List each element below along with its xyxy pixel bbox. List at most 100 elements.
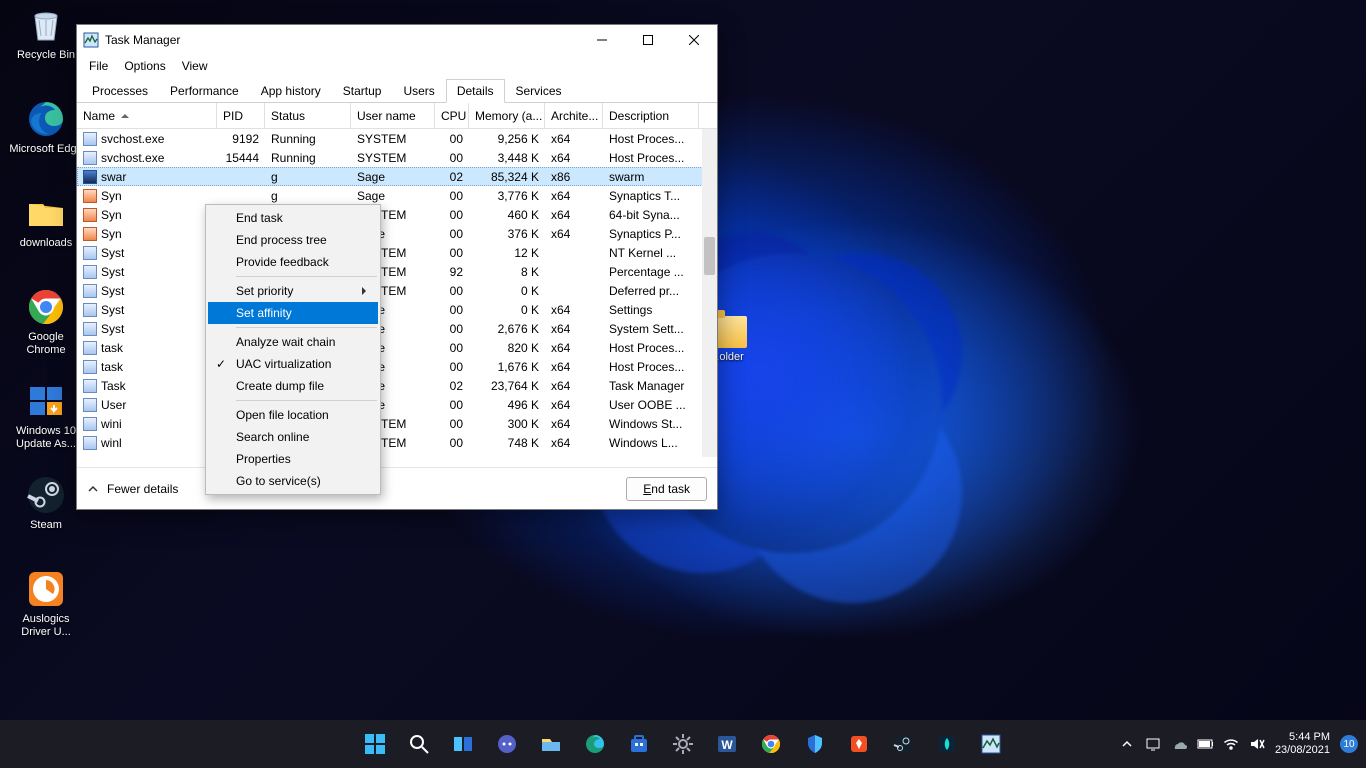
desktop-icon-recycle-bin[interactable]: Recycle Bin xyxy=(8,4,84,80)
column-header-pid[interactable]: PID xyxy=(217,103,265,128)
system-tray[interactable]: 5:44 PM 23/08/2021 10 xyxy=(1119,731,1358,757)
ctx-go-to-service-s-[interactable]: Go to service(s) xyxy=(208,470,378,492)
ctx-create-dump-file[interactable]: Create dump file xyxy=(208,375,378,397)
maximize-button[interactable] xyxy=(625,25,671,55)
svg-text:W: W xyxy=(721,738,733,752)
grid-header[interactable]: NamePIDStatusUser nameCPUMemory (a...Arc… xyxy=(77,103,717,129)
ctx-provide-feedback[interactable]: Provide feedback xyxy=(208,251,378,273)
ctx-set-priority[interactable]: Set priority xyxy=(208,280,378,302)
process-icon xyxy=(83,265,97,279)
ctx-properties[interactable]: Properties xyxy=(208,448,378,470)
menu-view[interactable]: View xyxy=(174,57,216,75)
table-row[interactable]: taskgSage00820 Kx64Host Proces... xyxy=(77,338,717,357)
table-row[interactable]: svchost.exe15444RunningSYSTEM003,448 Kx6… xyxy=(77,148,717,167)
taskbar-start[interactable] xyxy=(355,724,395,764)
tab-performance[interactable]: Performance xyxy=(159,79,250,103)
tray-chevron-up-icon[interactable] xyxy=(1119,736,1135,752)
tray-wifi-icon[interactable] xyxy=(1223,736,1239,752)
menu-options[interactable]: Options xyxy=(116,57,173,75)
table-row[interactable]: SyngSage003,776 Kx64Synaptics T... xyxy=(77,186,717,205)
desktop-icon-win10-update-assistant[interactable]: Windows 10 Update As... xyxy=(8,380,84,456)
taskbar-search[interactable] xyxy=(399,724,439,764)
clock-date: 23/08/2021 xyxy=(1275,744,1330,757)
column-header-description[interactable]: Description xyxy=(603,103,699,128)
table-row[interactable]: SyngSYSTEM00460 Kx6464-bit Syna... xyxy=(77,205,717,224)
tray-battery-icon[interactable] xyxy=(1197,736,1213,752)
table-row[interactable]: TaskgSage0223,764 Kx64Task Manager xyxy=(77,376,717,395)
desktop-icon-chrome[interactable]: Google Chrome xyxy=(8,286,84,362)
desktop-icon-edge[interactable]: Microsoft Edge xyxy=(8,98,84,174)
desktop-icon-auslogics-driver[interactable]: Auslogics Driver U... xyxy=(8,568,84,644)
process-icon xyxy=(83,227,97,241)
ctx-end-process-tree[interactable]: End process tree xyxy=(208,229,378,251)
column-header-status[interactable]: Status xyxy=(265,103,351,128)
tab-app-history[interactable]: App history xyxy=(250,79,332,103)
table-row[interactable]: SystgSYSTEM928 KPercentage ... xyxy=(77,262,717,281)
ctx-open-file-location[interactable]: Open file location xyxy=(208,404,378,426)
table-row[interactable]: SyngSage00376 Kx64Synaptics P... xyxy=(77,224,717,243)
table-row[interactable]: taskgSage001,676 Kx64Host Proces... xyxy=(77,357,717,376)
menu-file[interactable]: File xyxy=(81,57,116,75)
desktop-icon-downloads-folder[interactable]: downloads xyxy=(8,192,84,268)
desktop-icon-steam[interactable]: Steam xyxy=(8,474,84,550)
taskbar-brave[interactable] xyxy=(839,724,879,764)
menu-separator xyxy=(236,400,377,401)
notification-badge[interactable]: 10 xyxy=(1340,735,1358,753)
column-header-archite-[interactable]: Archite... xyxy=(545,103,603,128)
tray-onedrive-icon[interactable] xyxy=(1171,736,1187,752)
table-row[interactable]: SystgSYSTEM000 KDeferred pr... xyxy=(77,281,717,300)
vertical-scrollbar[interactable] xyxy=(702,129,717,457)
taskbar-security[interactable] xyxy=(795,724,835,764)
column-header-name[interactable]: Name xyxy=(77,103,217,128)
taskbar-clock[interactable]: 5:44 PM 23/08/2021 xyxy=(1275,731,1330,757)
table-row[interactable]: SystgSYSTEM0012 KNT Kernel ... xyxy=(77,243,717,262)
details-grid[interactable]: NamePIDStatusUser nameCPUMemory (a...Arc… xyxy=(77,103,717,457)
recycle-bin-icon xyxy=(25,4,67,46)
column-header-memory-a-[interactable]: Memory (a... xyxy=(469,103,545,128)
process-icon xyxy=(83,436,97,450)
ctx-set-affinity[interactable]: Set affinity xyxy=(208,302,378,324)
taskbar-explorer[interactable] xyxy=(531,724,571,764)
tray-volume-icon[interactable] xyxy=(1249,736,1265,752)
minimize-button[interactable] xyxy=(579,25,625,55)
tab-users[interactable]: Users xyxy=(392,79,445,103)
table-row[interactable]: swargSage0285,324 Kx86swarm xyxy=(77,167,717,186)
table-row[interactable]: winigSYSTEM00300 Kx64Windows St... xyxy=(77,414,717,433)
column-header-cpu[interactable]: CPU xyxy=(435,103,469,128)
taskbar[interactable]: W 5:44 PM 23/08/2021 10 xyxy=(0,720,1366,768)
table-row[interactable]: SystdedSage000 Kx64Settings xyxy=(77,300,717,319)
icon-label: downloads xyxy=(20,237,73,250)
taskbar-task-view[interactable] xyxy=(443,724,483,764)
scrollbar-thumb[interactable] xyxy=(704,237,715,275)
tab-services[interactable]: Services xyxy=(505,79,573,103)
ctx-end-task[interactable]: End task xyxy=(208,207,378,229)
tab-startup[interactable]: Startup xyxy=(332,79,393,103)
taskbar-chat[interactable] xyxy=(487,724,527,764)
tab-processes[interactable]: Processes xyxy=(81,79,159,103)
table-row[interactable]: svchost.exe9192RunningSYSTEM009,256 Kx64… xyxy=(77,129,717,148)
ctx-search-online[interactable]: Search online xyxy=(208,426,378,448)
table-row[interactable]: winlgSYSTEM00748 Kx64Windows L... xyxy=(77,433,717,452)
column-header-user-name[interactable]: User name xyxy=(351,103,435,128)
grid-body[interactable]: svchost.exe9192RunningSYSTEM009,256 Kx64… xyxy=(77,129,717,452)
taskbar-task-manager[interactable] xyxy=(971,724,1011,764)
table-row[interactable]: UsergSage00496 Kx64User OOBE ... xyxy=(77,395,717,414)
tab-details[interactable]: Details xyxy=(446,79,505,103)
end-task-button[interactable]: End task xyxy=(626,477,707,501)
close-button[interactable] xyxy=(671,25,717,55)
context-menu[interactable]: End taskEnd process treeProvide feedback… xyxy=(205,204,381,495)
ctx-analyze-wait-chain[interactable]: Analyze wait chain xyxy=(208,331,378,353)
taskbar-center: W xyxy=(355,724,1011,764)
titlebar[interactable]: Task Manager xyxy=(77,25,717,55)
tray-action-icon[interactable] xyxy=(1145,736,1161,752)
taskbar-settings[interactable] xyxy=(663,724,703,764)
taskbar-swarm[interactable] xyxy=(927,724,967,764)
taskbar-store[interactable] xyxy=(619,724,659,764)
ctx-uac-virtualization[interactable]: UAC virtualization xyxy=(208,353,378,375)
table-row[interactable]: SystgSage002,676 Kx64System Sett... xyxy=(77,319,717,338)
taskbar-edge[interactable] xyxy=(575,724,615,764)
taskbar-steam[interactable] xyxy=(883,724,923,764)
taskbar-word[interactable]: W xyxy=(707,724,747,764)
fewer-details-link[interactable]: Fewer details xyxy=(107,482,178,496)
taskbar-chrome[interactable] xyxy=(751,724,791,764)
